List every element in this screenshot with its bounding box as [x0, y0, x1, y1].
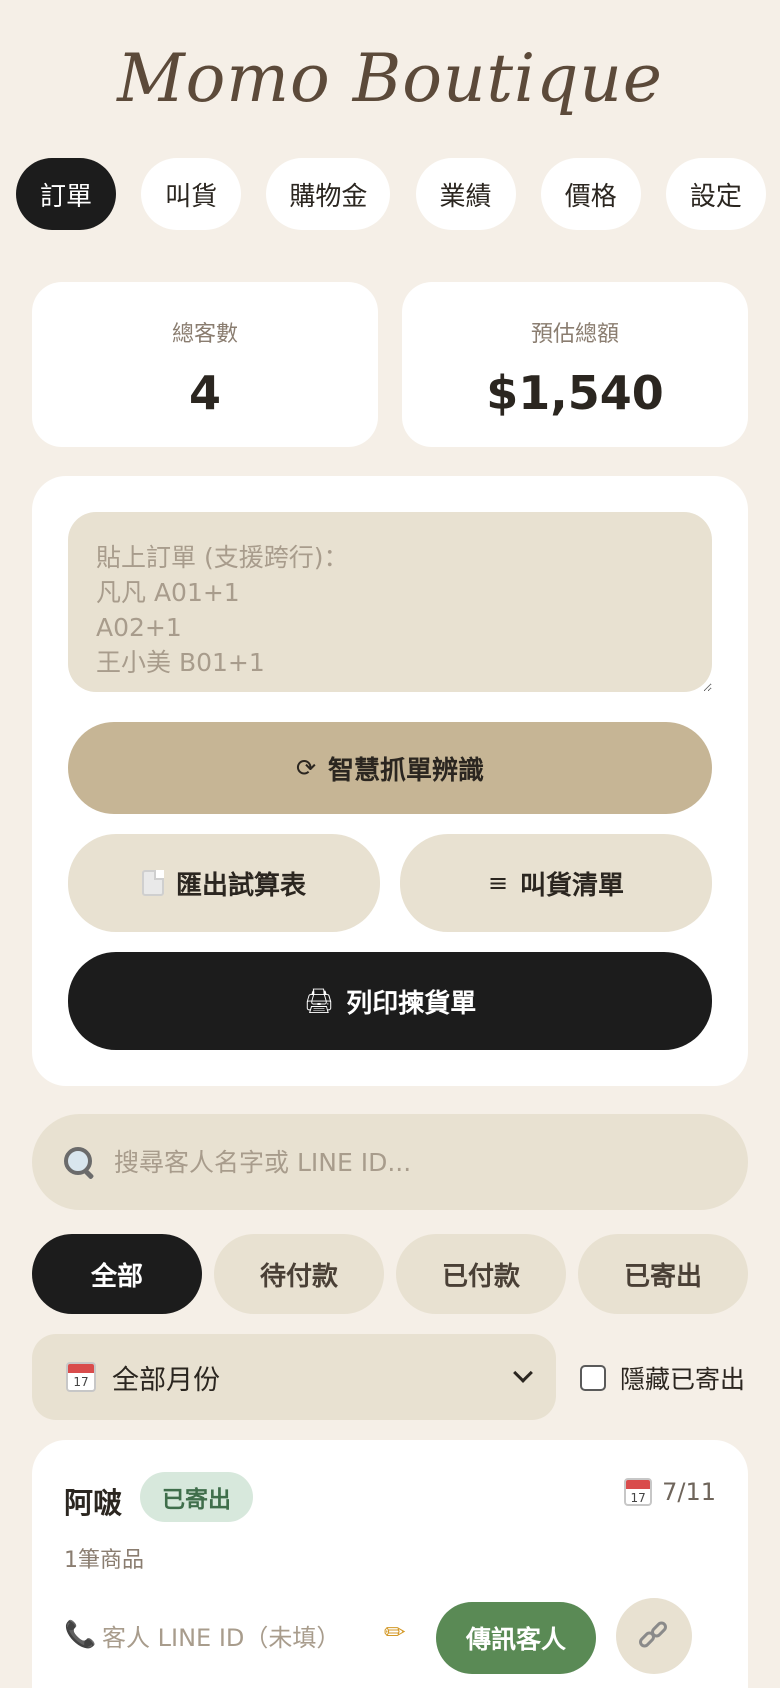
filter-unpaid[interactable]: 待付款: [214, 1234, 384, 1314]
search-icon: [62, 1145, 96, 1179]
hide-shipped-label: 隱藏已寄出: [620, 1365, 746, 1394]
stat-label: 預估總額: [530, 322, 619, 347]
month-select[interactable]: 17 全部月份: [32, 1334, 556, 1420]
customer-name: 阿啵: [64, 1486, 123, 1520]
chevron-down-icon: [513, 1363, 533, 1383]
line-id-input[interactable]: [102, 1616, 372, 1660]
main-nav: 訂單 叫貨 購物金 業績 價格 設定: [16, 158, 766, 230]
list-icon: ≡: [487, 869, 509, 897]
search-input[interactable]: [114, 1147, 714, 1177]
order-paste-textarea[interactable]: [68, 512, 712, 692]
line-id-row: 📞 ✏ 傳訊客人: [64, 1598, 724, 1678]
search-bar: [32, 1114, 748, 1210]
filter-shipped[interactable]: 已寄出: [578, 1234, 748, 1314]
tab-settings[interactable]: 設定: [665, 158, 766, 230]
tab-orders[interactable]: 訂單: [16, 158, 116, 230]
button-label: 列印揀貨單: [346, 988, 477, 1019]
smart-parse-button[interactable]: ⟳ 智慧抓單辨識: [68, 722, 712, 814]
order-input-card: ⟳ 智慧抓單辨識 匯出試算表 ≡ 叫貨清單 🖨 列印揀貨單: [32, 476, 748, 1086]
stat-value: 4: [188, 366, 221, 420]
link-icon: [636, 1619, 670, 1652]
brand-logo: Momo Boutique: [117, 40, 663, 117]
phone-icon: 📞: [64, 1620, 97, 1650]
refresh-icon: ⟳: [295, 754, 317, 782]
pencil-icon[interactable]: ✏: [384, 1618, 406, 1648]
month-select-value: 全部月份: [112, 1364, 220, 1396]
stat-value: $1,540: [486, 366, 664, 420]
stat-label: 總客數: [171, 322, 238, 347]
filter-paid[interactable]: 已付款: [396, 1234, 566, 1314]
button-label: 匯出試算表: [175, 870, 306, 901]
message-customer-button[interactable]: 傳訊客人: [436, 1602, 596, 1674]
status-badge: 已寄出: [140, 1472, 253, 1522]
item-count: 1筆商品: [64, 1548, 144, 1573]
document-icon: [141, 870, 164, 896]
printer-icon: 🖨: [303, 987, 335, 1015]
order-date: 17 7/11: [624, 1478, 716, 1506]
print-picklist-button[interactable]: 🖨 列印揀貨單: [68, 952, 712, 1050]
stat-card-total: 預估總額 $1,540: [402, 282, 748, 447]
status-filters: 全部 待付款 已付款 已寄出: [32, 1234, 748, 1314]
customer-card: 阿啵 已寄出 17 7/11 1筆商品 📞 ✏ 傳訊客人: [32, 1440, 748, 1688]
tab-performance[interactable]: 業績: [415, 158, 516, 230]
tab-credits[interactable]: 購物金: [266, 158, 391, 230]
export-spreadsheet-button[interactable]: 匯出試算表: [68, 834, 380, 932]
hide-shipped-checkbox[interactable]: [580, 1365, 606, 1391]
calendar-icon: 17: [66, 1362, 96, 1392]
hide-shipped-toggle[interactable]: 隱藏已寄出: [580, 1358, 745, 1398]
stat-card-customers: 總客數 4: [32, 282, 378, 447]
button-label: 叫貨清單: [520, 870, 625, 901]
restock-list-button[interactable]: ≡ 叫貨清單: [400, 834, 712, 932]
filter-all[interactable]: 全部: [32, 1234, 202, 1314]
calendar-icon: 17: [624, 1478, 653, 1506]
tab-restock[interactable]: 叫貨: [141, 158, 242, 230]
button-label: 智慧抓單辨識: [328, 755, 485, 786]
copy-link-button[interactable]: [616, 1598, 692, 1674]
order-date-text: 7/11: [662, 1478, 716, 1506]
tab-prices[interactable]: 價格: [540, 158, 641, 230]
